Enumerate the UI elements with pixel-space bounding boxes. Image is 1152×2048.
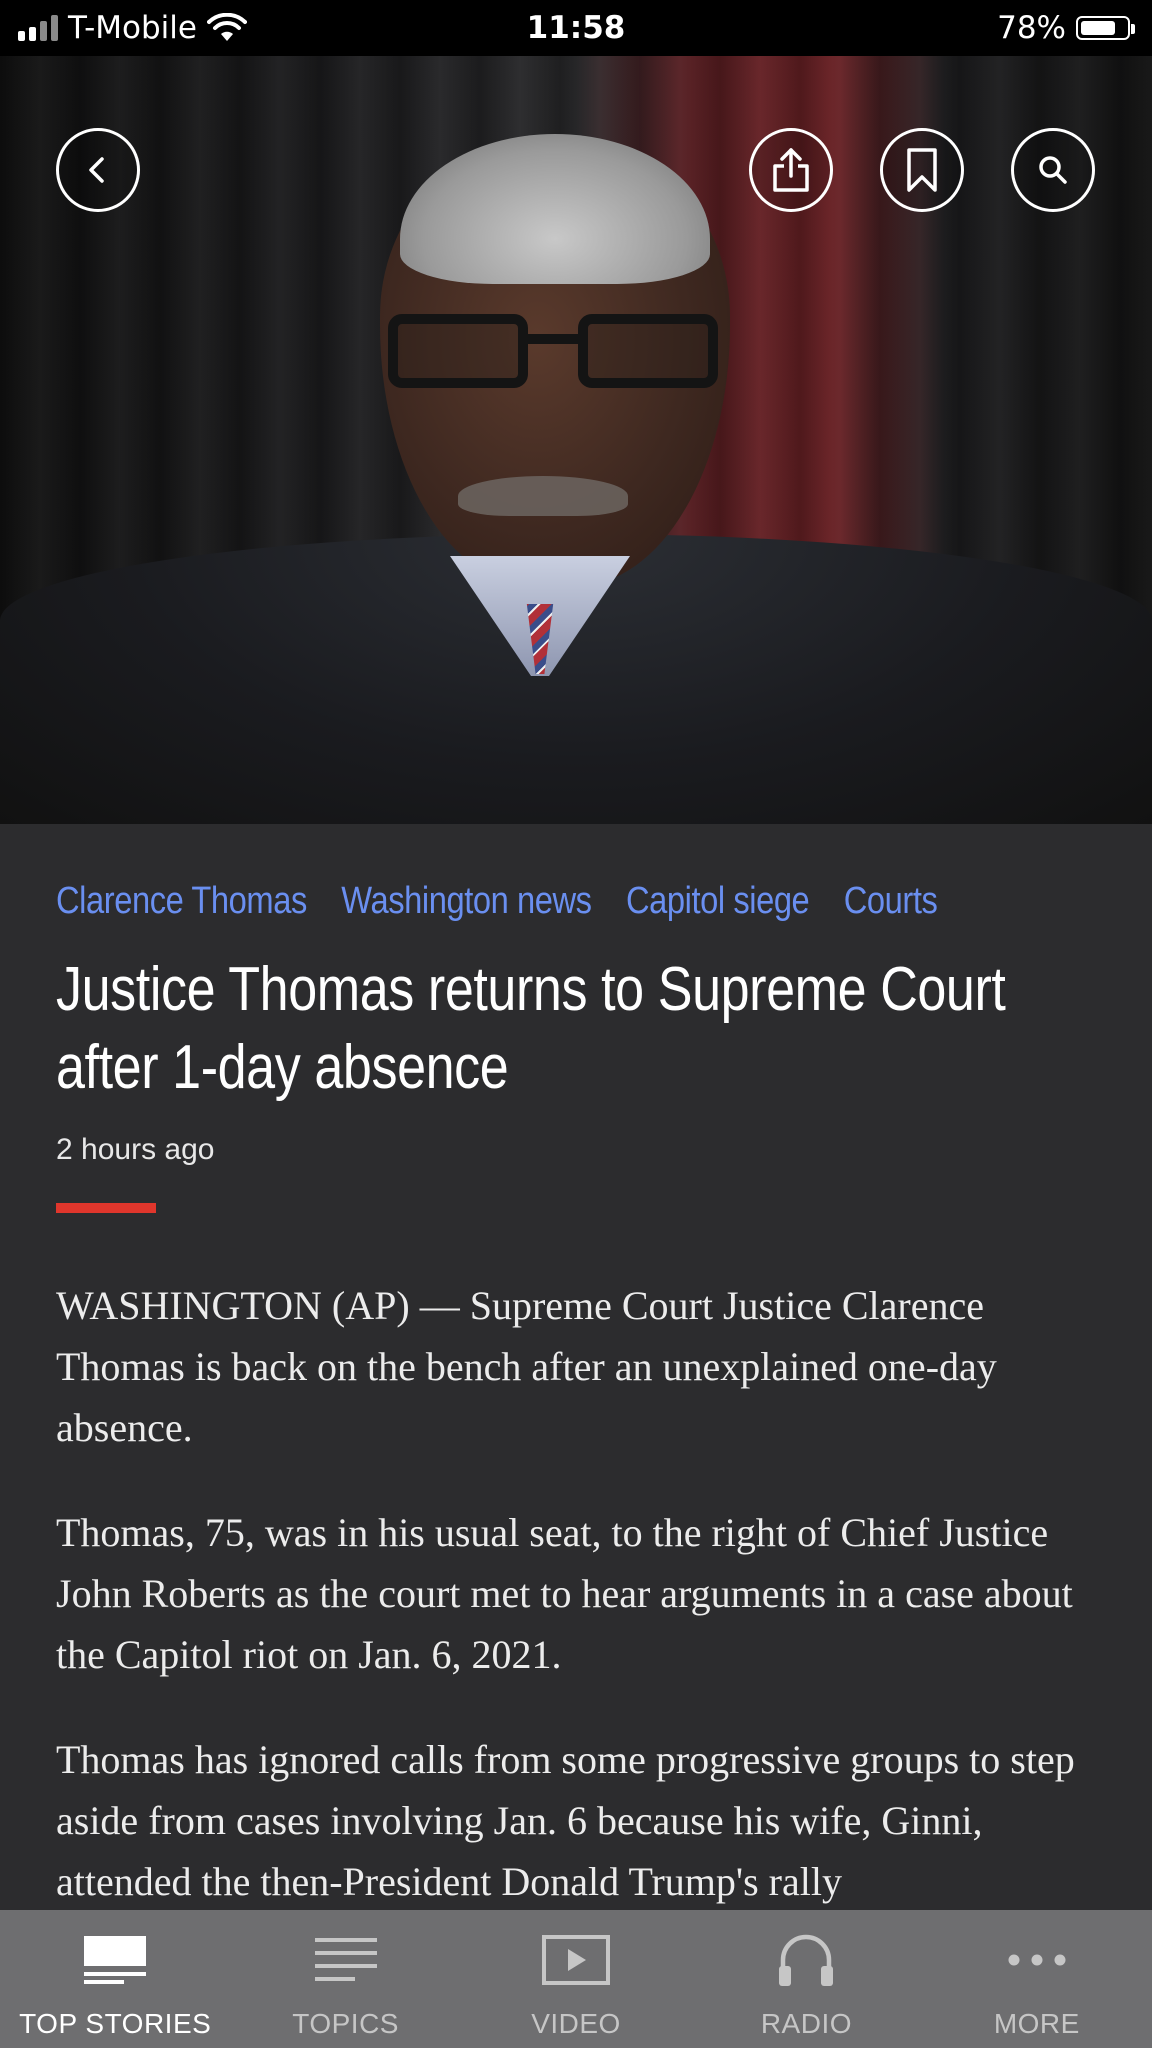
back-button[interactable] <box>56 128 140 212</box>
status-right: 78% <box>997 10 1135 46</box>
battery-fill <box>1081 21 1115 35</box>
tab-label: RADIO <box>760 2008 853 2039</box>
tab-top-stories[interactable]: TOP STORIES <box>0 1910 230 2048</box>
tag-clarence-thomas[interactable]: Clarence Thomas <box>56 880 307 923</box>
tab-label: TOPICS <box>292 2008 399 2039</box>
article-headline: Justice Thomas returns to Supreme Court … <box>56 955 1006 1102</box>
tab-label: TOP STORIES <box>19 2008 212 2039</box>
play-icon <box>542 1935 611 1985</box>
headphones-icon <box>779 1934 834 1986</box>
tag-capitol-siege[interactable]: Capitol siege <box>626 880 810 923</box>
share-icon <box>773 148 809 192</box>
battery-percent: 78% <box>997 10 1066 46</box>
tab-video[interactable]: VIDEO <box>461 1910 691 2048</box>
tab-radio[interactable]: RADIO <box>691 1910 921 2048</box>
newspaper-icon <box>84 1936 147 1984</box>
tab-label: VIDEO <box>531 2008 621 2039</box>
status-time: 11:58 <box>526 10 626 46</box>
glasses <box>388 314 718 394</box>
battery-icon <box>1076 16 1135 40</box>
tag-washington-news[interactable]: Washington news <box>341 880 592 923</box>
article-paragraph: Thomas, 75, was in his usual seat, to th… <box>56 1510 1073 1677</box>
article-paragraph: WASHINGTON (AP) — Supreme Court Justice … <box>56 1283 997 1450</box>
bookmark-button[interactable] <box>880 128 964 212</box>
article-body: WASHINGTON (AP) — Supreme Court Justice … <box>56 1275 1096 1912</box>
bookmark-icon <box>907 148 937 192</box>
tab-topics[interactable]: TOPICS <box>230 1910 460 2048</box>
status-bar: T-Mobile 11:58 78% <box>0 0 1152 56</box>
tag-courts[interactable]: Courts <box>844 880 938 923</box>
accent-divider <box>56 1203 156 1213</box>
topic-tags: Clarence Thomas Washington news Capitol … <box>56 880 950 923</box>
more-dots-icon <box>1008 1954 1066 1966</box>
share-button[interactable] <box>749 128 833 212</box>
list-icon <box>314 1938 377 1981</box>
chevron-left-icon <box>89 157 104 183</box>
tab-label: MORE <box>993 2008 1080 2039</box>
article: Clarence Thomas Washington news Capitol … <box>56 880 1096 1956</box>
hero-photo <box>0 56 1152 824</box>
search-icon <box>1039 156 1067 184</box>
article-timestamp: 2 hours ago <box>56 1133 215 1166</box>
search-button[interactable] <box>1011 128 1095 212</box>
tab-more[interactable]: MORE <box>922 1910 1152 2048</box>
article-paragraph: Thomas has ignored calls from some progr… <box>56 1737 1075 1904</box>
bottom-tab-bar: TOP STORIES TOPICS VIDEO RADIO MORE <box>0 1910 1152 2048</box>
